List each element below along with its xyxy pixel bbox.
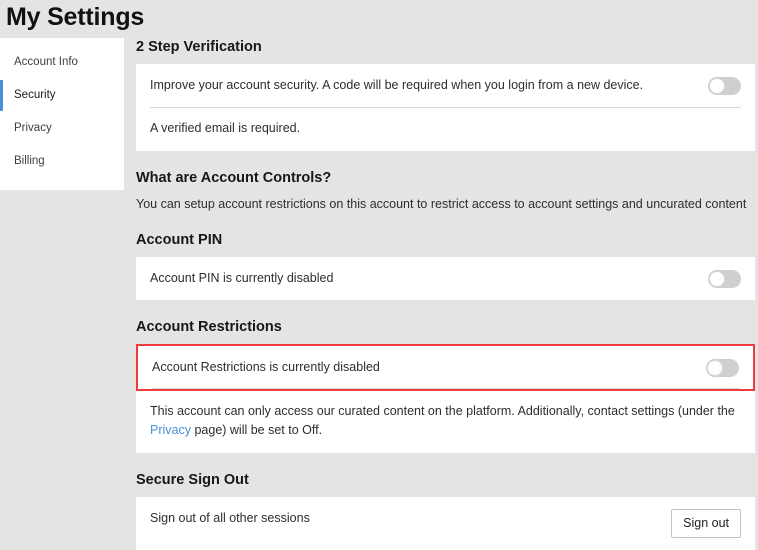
sidebar-item-label: Account Info (14, 56, 78, 68)
account-pin-card: Account PIN is currently disabled (136, 257, 755, 300)
sidebar-item-label: Privacy (14, 122, 52, 134)
account-restrictions-highlight: Account Restrictions is currently disabl… (136, 344, 755, 391)
section-heading-account-restrictions: Account Restrictions (136, 319, 282, 335)
toggle-knob-icon (709, 271, 725, 287)
card-divider (152, 388, 739, 389)
secure-sign-out-row: Sign out of all other sessions Sign out (136, 497, 755, 550)
two-step-note: A verified email is required. (150, 121, 301, 135)
settings-layout: Account Info Security Privacy Billing 2 … (0, 32, 758, 550)
secure-sign-out-description: Sign out of all other sessions (150, 511, 310, 525)
two-step-description: Improve your account security. A code wi… (150, 78, 644, 92)
sidebar-item-account-info[interactable]: Account Info (0, 46, 124, 79)
settings-sidebar: Account Info Security Privacy Billing (0, 38, 124, 190)
section-heading-two-step: 2 Step Verification (136, 39, 262, 55)
sidebar-item-privacy[interactable]: Privacy (0, 112, 124, 145)
sidebar-item-label: Security (14, 89, 56, 101)
sidebar-item-label: Billing (14, 155, 45, 167)
toggle-knob-icon (709, 78, 725, 94)
account-restrictions-toggle[interactable] (706, 359, 739, 377)
section-heading-account-controls: What are Account Controls? (136, 170, 332, 186)
account-restrictions-card: Account Restrictions is currently disabl… (136, 344, 755, 453)
account-controls-description: You can setup account restrictions on th… (136, 197, 747, 211)
two-step-row: Improve your account security. A code wi… (136, 64, 755, 107)
account-pin-toggle[interactable] (708, 270, 741, 288)
secure-sign-out-card: Sign out of all other sessions Sign out (136, 497, 755, 550)
account-pin-row: Account PIN is currently disabled (136, 257, 755, 300)
account-pin-status: Account PIN is currently disabled (150, 271, 334, 285)
account-restrictions-row: Account Restrictions is currently disabl… (138, 346, 753, 388)
section-heading-account-pin: Account PIN (136, 232, 223, 248)
account-restrictions-status: Account Restrictions is currently disabl… (152, 360, 380, 374)
page-title: My Settings (6, 3, 145, 31)
sign-out-button[interactable]: Sign out (671, 509, 741, 538)
two-step-toggle[interactable] (708, 77, 741, 95)
sidebar-item-security[interactable]: Security (0, 79, 124, 112)
sidebar-item-billing[interactable]: Billing (0, 145, 124, 178)
section-heading-secure-sign-out: Secure Sign Out (136, 472, 249, 488)
two-step-verification-card: Improve your account security. A code wi… (136, 64, 755, 151)
privacy-page-link[interactable]: Privacy (150, 423, 191, 437)
toggle-knob-icon (707, 360, 723, 376)
settings-content: 2 Step Verification Improve your account… (124, 38, 758, 550)
note-text-after-link: page) will be set to Off. (190, 423, 323, 437)
note-text-before-link: This account can only access our curated… (150, 404, 735, 418)
account-restrictions-note: This account can only access our curated… (136, 391, 755, 453)
